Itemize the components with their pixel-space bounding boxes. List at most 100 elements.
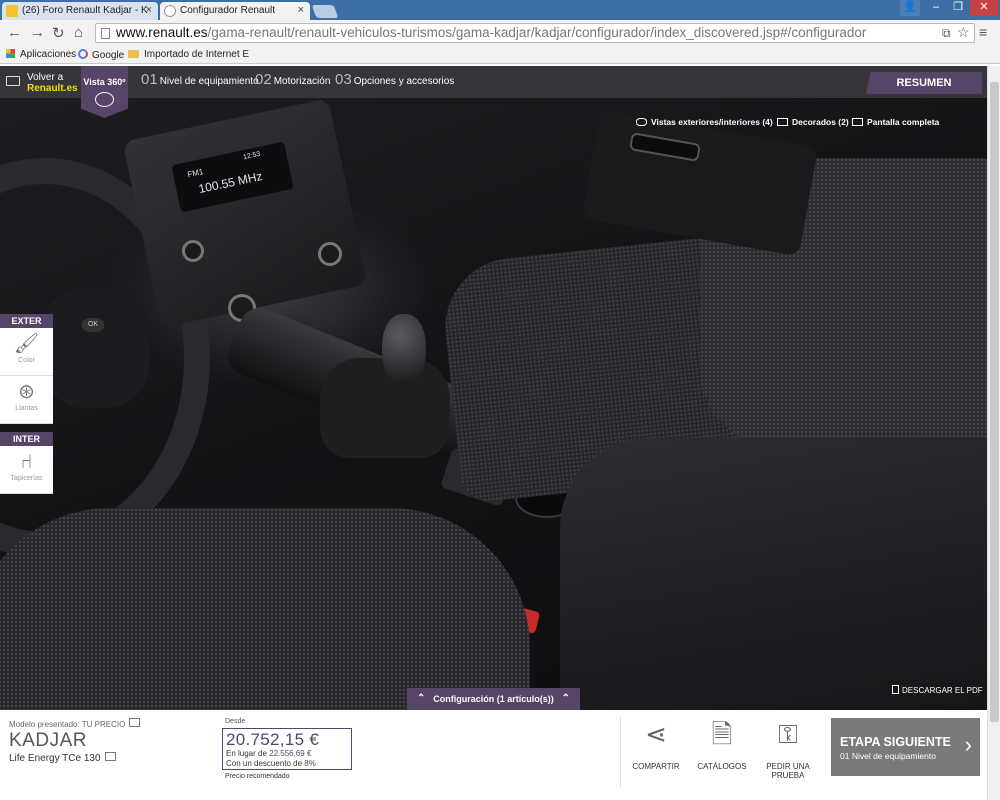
- browser-tab-foro[interactable]: (26) Foro Renault Kadjar - K ×: [2, 2, 158, 20]
- gear-boot: [320, 358, 450, 458]
- pantalla-completa-button[interactable]: Pantalla completa: [852, 117, 939, 127]
- climate-knob: [318, 242, 342, 266]
- config-tab-label: Configuración (1 artículo(s)): [433, 694, 554, 704]
- side-item-label: Llantas: [15, 405, 38, 412]
- home-icon[interactable]: ⌂: [74, 24, 83, 41]
- browser-toolbar: ← → ↻ ⌂ www.renault.es/gama-renault/rena…: [0, 20, 1000, 46]
- pedir-una-prueba-button[interactable]: ⚿ PEDIR UNA PRUEBA: [755, 716, 821, 780]
- configuracion-tab[interactable]: ⌃ Configuración (1 artículo(s)) ⌃: [407, 688, 580, 710]
- steering-wheel-hub: [40, 288, 150, 408]
- action-label: COMPARTIR: [632, 762, 680, 771]
- step-label: Motorización: [273, 76, 331, 87]
- rotate-360-icon: [95, 92, 114, 107]
- translate-icon[interactable]: ⧉: [942, 26, 951, 41]
- browser-tab-title: (26) Foro Renault Kadjar - K: [22, 5, 148, 16]
- user-icon[interactable]: 👤: [900, 0, 920, 16]
- chevron-right-icon: ›: [964, 732, 972, 757]
- forward-arrow-icon[interactable]: →: [30, 24, 45, 41]
- resumen-button[interactable]: RESUMEN: [866, 72, 982, 94]
- browser-menu-icon[interactable]: ≡: [979, 24, 987, 40]
- renault-favicon-icon: [164, 5, 176, 17]
- gear-knob: [382, 314, 426, 384]
- compartir-button[interactable]: ⋖ COMPARTIR: [623, 716, 689, 771]
- side-item-tapicerias[interactable]: ⑁ Tapicerías: [0, 446, 53, 494]
- etapa-subtitle: 01 Nivel de equipamiento: [840, 751, 936, 761]
- etapa-siguiente-button[interactable]: ETAPA SIGUIENTE 01 Nivel de equipamiento…: [831, 718, 980, 776]
- price-box: 20.752,15 € En lugar de 22.556,69 € Con …: [222, 728, 352, 770]
- action-label: CATÁLOGOS: [697, 762, 747, 771]
- paint-brush-icon: 🖌: [13, 333, 40, 355]
- step-motorizacion[interactable]: 02 Motorización: [255, 71, 330, 88]
- bookmark-apps[interactable]: Aplicaciones: [6, 49, 76, 60]
- tool-label: Decorados (2): [792, 117, 849, 127]
- share-icon: ⋖: [645, 719, 667, 749]
- bookmark-label: Importado de Internet E: [144, 49, 250, 60]
- side-item-llantas[interactable]: ⊛ Llantas: [0, 376, 53, 424]
- vistas-exteriores-interiores-button[interactable]: Vistas exteriores/interiores (4): [636, 117, 773, 127]
- info-speech-icon[interactable]: [129, 718, 141, 727]
- descargar-pdf-link[interactable]: DESCARGAR EL PDF: [892, 685, 983, 695]
- door-panel: [582, 109, 818, 257]
- step-label: Nivel de equipamiento: [159, 76, 259, 87]
- inter-heading: INTER: [0, 432, 53, 446]
- etapa-title: ETAPA SIGUIENTE: [840, 735, 951, 749]
- page-scrollbar[interactable]: [987, 66, 1000, 800]
- step-opciones-accesorios[interactable]: 03 Opciones y accesorios: [335, 71, 454, 88]
- back-label: Volver a: [27, 72, 64, 83]
- close-tab-icon[interactable]: ×: [146, 4, 152, 16]
- step-number: 03: [335, 71, 352, 88]
- car-interior-viewer[interactable]: OK FM1 12:53 100.55 MHz Vistas exteriore…: [0, 98, 987, 710]
- address-bar[interactable]: www.renault.es/gama-renault/renault-vehi…: [95, 23, 975, 43]
- scrollbar-thumb[interactable]: [990, 82, 999, 722]
- discount-line: Con un descuento de 8%: [226, 759, 351, 769]
- url-path: /gama-renault/renault-vehiculos-turismos…: [207, 25, 867, 40]
- volume-knob: [182, 240, 204, 262]
- action-label: PEDIR UNA PRUEBA: [766, 762, 810, 780]
- bookmark-google[interactable]: Google: [78, 49, 124, 61]
- footer-divider: [620, 716, 621, 788]
- url-domain: www.renault.es: [116, 25, 208, 40]
- browser-tab-configurador[interactable]: Configurador Renault ×: [160, 2, 310, 20]
- wheel-rim-icon: ⊛: [18, 381, 35, 403]
- bookmark-star-icon[interactable]: ☆: [957, 24, 970, 41]
- bookmarks-bar: Aplicaciones Google Importado de Interne…: [0, 46, 1000, 64]
- decorados-button[interactable]: Decorados (2): [777, 117, 849, 127]
- landscape-icon: [777, 118, 788, 126]
- back-arrow-icon[interactable]: ←: [7, 24, 22, 41]
- new-tab-button[interactable]: [311, 5, 339, 18]
- pdf-label: DESCARGAR EL PDF: [902, 686, 983, 695]
- passenger-seat-side: [560, 438, 987, 710]
- radio-band: FM1: [186, 167, 205, 180]
- info-speech-icon[interactable]: [104, 752, 116, 761]
- tool-label: Vistas exteriores/interiores (4): [651, 117, 773, 127]
- model-version: Life Energy TCe 130: [9, 752, 116, 764]
- vista-label: Vista 360º: [83, 77, 126, 87]
- instead-label: En lugar de: [226, 749, 270, 758]
- step-number: 02: [255, 71, 272, 88]
- tool-label: Pantalla completa: [867, 117, 940, 127]
- exter-heading: EXTER: [0, 314, 53, 328]
- apps-grid-icon: [6, 49, 15, 58]
- maximize-button[interactable]: ❐: [947, 0, 969, 16]
- discount-value: 8%: [304, 759, 316, 768]
- minimize-button[interactable]: –: [925, 0, 947, 16]
- precio-recomendado: Precio recomendado: [225, 773, 290, 780]
- vista-360-button[interactable]: Vista 360º: [81, 66, 128, 118]
- document-icon: 🗎: [711, 719, 733, 749]
- side-item-label: Tapicerías: [10, 475, 43, 482]
- bookmark-folder[interactable]: Importado de Internet E: [128, 49, 249, 60]
- step-nivel-equipamiento[interactable]: 01 Nivel de equipamiento: [141, 71, 259, 88]
- reload-icon[interactable]: ↻: [52, 24, 65, 42]
- close-tab-icon[interactable]: ×: [298, 4, 304, 16]
- side-item-color[interactable]: 🖌 Color: [0, 328, 53, 376]
- configurator-header: Volver a Renault.es 01 Nivel de equipamie…: [0, 66, 1000, 98]
- catalogos-button[interactable]: 🗎 CATÁLOGOS: [689, 716, 755, 771]
- chevron-up-icon: ⌃: [561, 693, 570, 704]
- driver-seat-cushion: [0, 508, 530, 710]
- pdf-person-icon: [892, 685, 899, 694]
- browser-tab-bar: (26) Foro Renault Kadjar - K × Configura…: [0, 0, 1000, 20]
- close-window-button[interactable]: ✕: [970, 0, 998, 16]
- bookmark-label: Aplicaciones: [20, 49, 77, 60]
- back-to-renault-link[interactable]: Volver a Renault.es: [0, 66, 80, 98]
- page-icon: [101, 28, 110, 39]
